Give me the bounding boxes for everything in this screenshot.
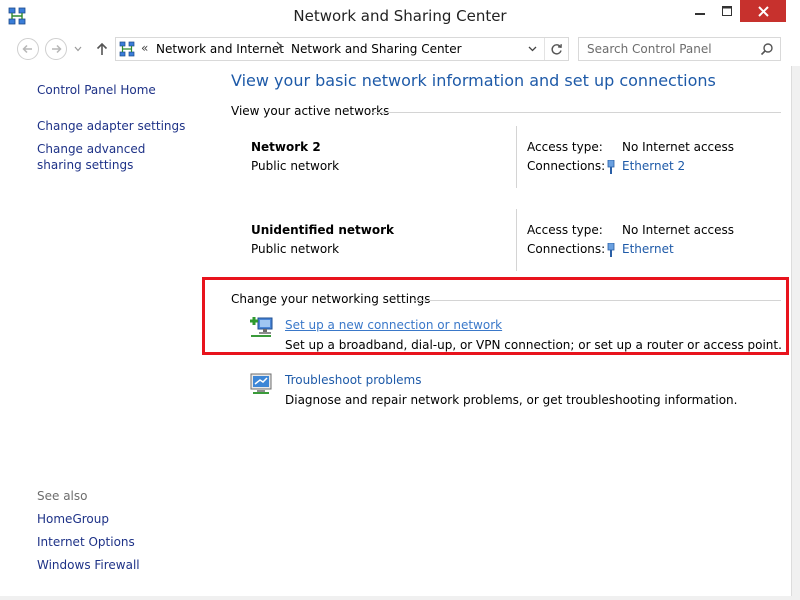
ethernet-link[interactable]: Ethernet (622, 242, 674, 256)
troubleshoot-icon (250, 373, 272, 394)
search-box[interactable] (578, 37, 781, 61)
divider (516, 209, 517, 271)
access-type-value: No Internet access (622, 223, 735, 237)
maximize-button[interactable] (714, 0, 740, 22)
minimize-button[interactable] (686, 0, 714, 22)
up-button[interactable] (94, 40, 110, 58)
recent-locations-button[interactable] (73, 42, 83, 56)
back-button[interactable] (17, 38, 39, 60)
ethernet-icon (607, 243, 615, 257)
forward-button[interactable] (45, 38, 67, 60)
troubleshoot-problems-link[interactable]: Troubleshoot problems (285, 373, 421, 387)
arrow-left-icon (22, 44, 32, 54)
search-icon[interactable] (760, 42, 774, 56)
divider (414, 300, 781, 301)
refresh-button[interactable] (544, 38, 568, 60)
window-border (791, 66, 800, 600)
breadcrumb-network-and-internet[interactable]: Network and Internet (156, 42, 284, 56)
setup-new-connection-description: Set up a broadband, dial-up, or VPN conn… (285, 338, 782, 352)
ethernet-icon (607, 160, 615, 174)
breadcrumb-network-sharing-center[interactable]: Network and Sharing Center (291, 42, 462, 56)
divider (516, 126, 517, 188)
internet-options-link[interactable]: Internet Options (37, 534, 135, 550)
access-type-label: Access type: (527, 223, 603, 237)
network-center-icon (119, 41, 135, 57)
connections-label: Connections: (527, 159, 606, 173)
page-title: View your basic network information and … (231, 71, 716, 90)
window-border (0, 596, 800, 600)
close-icon (757, 5, 769, 17)
left-pane: Control Panel Home Change adapter settin… (0, 66, 200, 600)
new-connection-icon (250, 317, 273, 337)
breadcrumb-overflow[interactable]: « (141, 41, 148, 55)
homegroup-link[interactable]: HomeGroup (37, 511, 109, 527)
chevron-down-icon (74, 46, 82, 52)
access-type-value: No Internet access (622, 140, 735, 154)
network-category: Public network (251, 159, 340, 173)
title-bar: Network and Sharing Center (0, 0, 800, 32)
setup-new-connection-link[interactable]: Set up a new connection or network (285, 318, 502, 332)
network-name: Unidentified network (251, 223, 394, 237)
address-bar[interactable]: « Network and Internet Network and Shari… (115, 37, 569, 61)
network-name: Network 2 (251, 140, 321, 154)
refresh-icon (551, 43, 562, 54)
address-dropdown-button[interactable] (524, 41, 540, 57)
see-also-label: See also (37, 489, 88, 503)
access-type-label: Access type: (527, 140, 603, 154)
connections-label: Connections: (527, 242, 606, 256)
change-settings-title: Change your networking settings (231, 292, 431, 306)
network-category: Public network (251, 242, 340, 256)
active-networks-title: View your active networks (231, 104, 390, 118)
breadcrumb-separator-icon[interactable] (276, 41, 282, 54)
maximize-icon (722, 6, 732, 16)
change-advanced-sharing-link[interactable]: Change advanced sharing settings (37, 141, 187, 173)
navigation-bar: « Network and Internet Network and Shari… (0, 32, 800, 66)
close-button[interactable] (740, 0, 786, 22)
arrow-up-icon (96, 42, 108, 55)
windows-firewall-link[interactable]: Windows Firewall (37, 557, 140, 573)
ethernet-2-link[interactable]: Ethernet 2 (622, 159, 685, 173)
chevron-down-icon (528, 46, 536, 52)
search-input[interactable] (579, 38, 759, 60)
window-title: Network and Sharing Center (293, 7, 507, 25)
minimize-icon (695, 13, 705, 15)
divider (372, 112, 781, 113)
troubleshoot-description: Diagnose and repair network problems, or… (285, 393, 738, 407)
content-area: Control Panel Home Change adapter settin… (0, 66, 800, 600)
change-adapter-settings-link[interactable]: Change adapter settings (37, 118, 185, 134)
control-panel-home-link[interactable]: Control Panel Home (37, 82, 156, 98)
arrow-right-icon (52, 44, 62, 54)
